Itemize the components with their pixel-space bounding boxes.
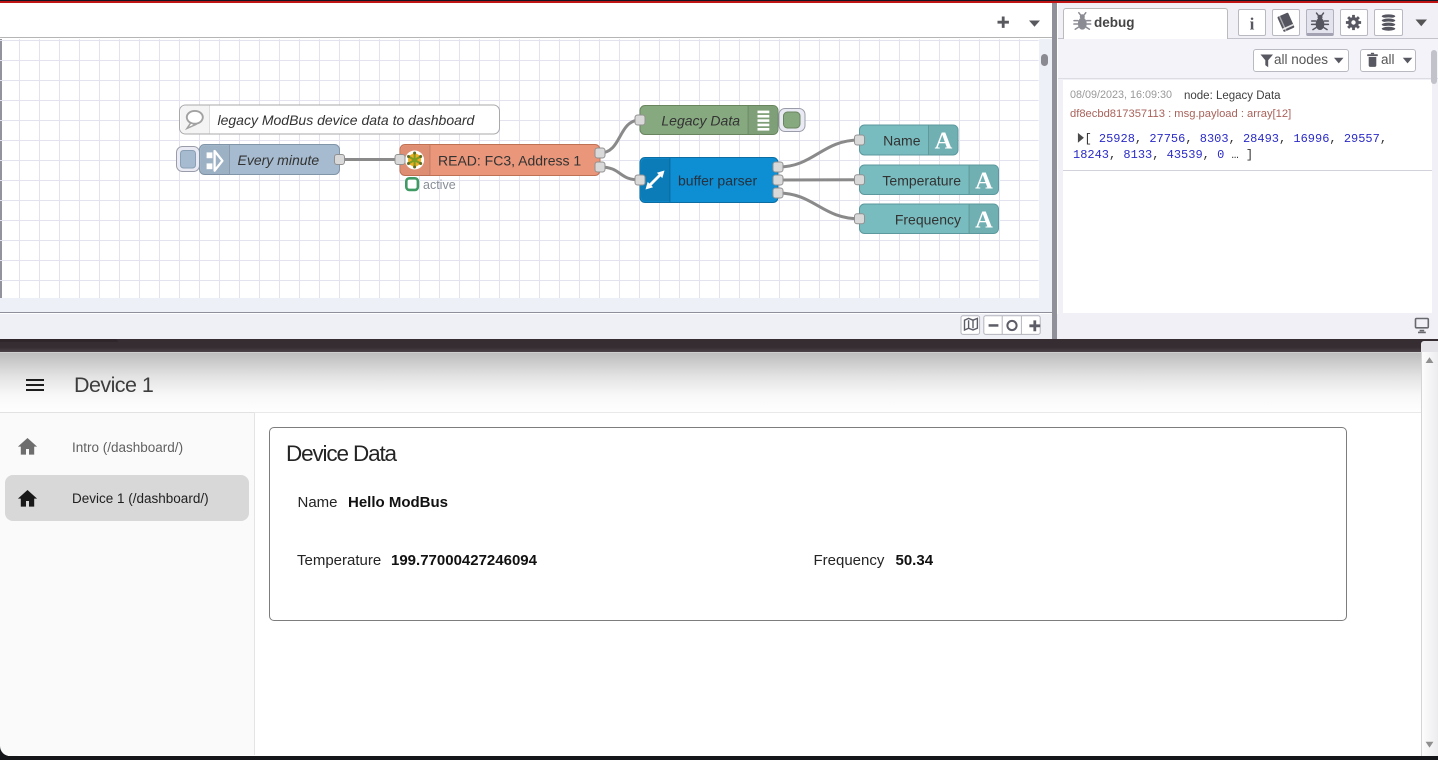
svg-text:legacy ModBus device data to d: legacy ModBus device data to dashboard [218, 112, 476, 128]
svg-text:Legacy Data: Legacy Data [661, 113, 740, 129]
svg-text:buffer parser: buffer parser [678, 173, 757, 189]
svg-text:i: i [1250, 15, 1255, 34]
svg-text:Name: Name [883, 133, 921, 149]
svg-text:A: A [975, 206, 993, 233]
svg-text:Every minute: Every minute [238, 152, 320, 168]
svg-text:A: A [975, 167, 993, 194]
svg-text:READ: FC3, Address 1: READ: FC3, Address 1 [438, 153, 581, 169]
svg-text:Frequency: Frequency [895, 211, 961, 227]
svg-text:active: active [423, 178, 456, 192]
svg-text:A: A [935, 128, 953, 155]
svg-text:Temperature: Temperature [882, 172, 961, 188]
